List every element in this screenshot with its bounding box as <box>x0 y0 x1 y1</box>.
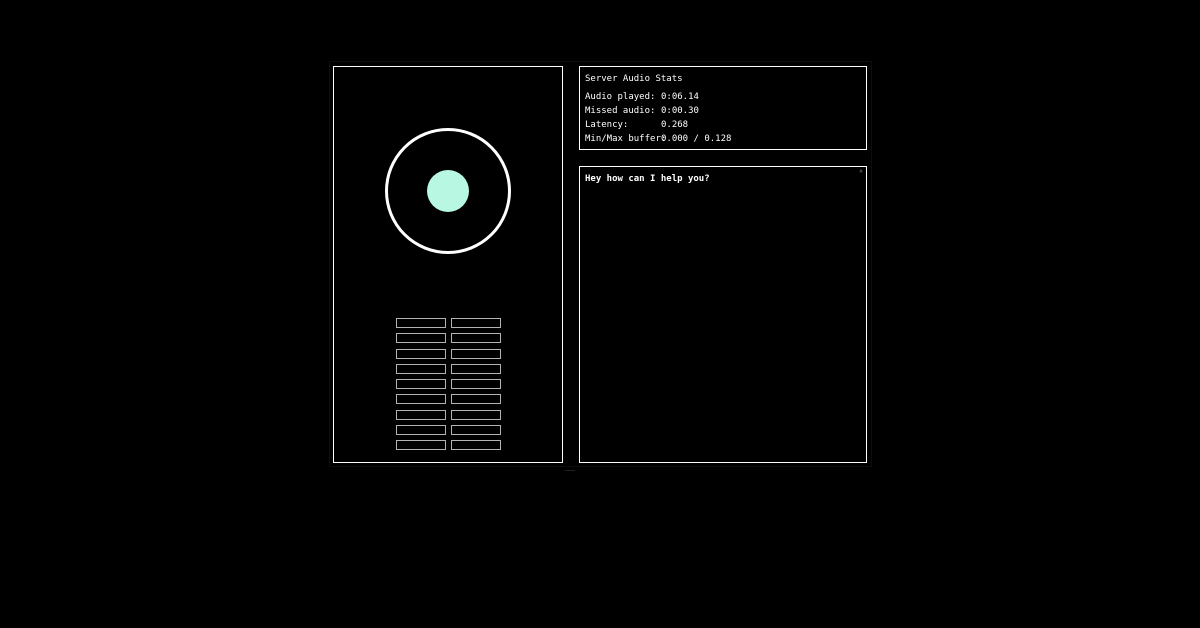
level-meter <box>396 363 446 374</box>
stat-row-min-max-buffer: Min/Max buffer: 0.000 / 0.128 <box>585 132 731 146</box>
level-meter <box>396 333 446 344</box>
stat-label: Audio played: <box>585 92 656 102</box>
level-meter <box>396 318 446 328</box>
level-meter <box>396 394 446 405</box>
chat-transcript[interactable]: Hey how can I help you? ▲ <box>579 166 867 463</box>
audio-orb-icon <box>427 170 469 212</box>
orb-ring <box>385 128 511 254</box>
stat-row-missed-audio: Missed audio: 0:00.30 <box>585 104 731 118</box>
level-meter <box>451 379 501 389</box>
stat-row-latency: Latency: 0.268 <box>585 118 731 132</box>
level-meter <box>451 333 501 344</box>
stats-title: Server Audio Stats <box>585 74 683 84</box>
stat-row-audio-played: Audio played: 0:06.14 <box>585 90 731 104</box>
level-meter <box>451 348 501 359</box>
level-meter <box>451 440 501 450</box>
scroll-up-icon[interactable]: ▲ <box>858 168 864 174</box>
level-meter <box>396 409 446 420</box>
stat-label: Min/Max buffer: <box>585 134 667 144</box>
assistant-message: Hey how can I help you? <box>585 174 710 184</box>
level-meter <box>396 379 446 389</box>
level-meter <box>451 318 501 328</box>
level-meter <box>396 424 446 435</box>
level-meters <box>396 318 502 450</box>
server-audio-stats-panel: Server Audio Stats Audio played: 0:06.14… <box>579 66 867 150</box>
level-meter <box>451 409 501 420</box>
stat-label: Missed audio: <box>585 106 656 116</box>
level-meter <box>451 394 501 405</box>
level-meter <box>396 348 446 359</box>
stat-value: 0:00.30 <box>661 106 699 116</box>
stats-rows: Audio played: 0:06.14 Missed audio: 0:00… <box>585 90 731 146</box>
stat-label: Latency: <box>585 120 629 130</box>
stat-value: 0:06.14 <box>661 92 699 102</box>
level-meter <box>451 424 501 435</box>
divider <box>565 470 575 471</box>
stat-value: 0.000 / 0.128 <box>661 134 732 144</box>
audio-visualizer-panel <box>333 66 563 463</box>
stat-value: 0.268 <box>661 120 689 130</box>
level-meter <box>396 440 446 450</box>
level-meter <box>451 363 501 374</box>
